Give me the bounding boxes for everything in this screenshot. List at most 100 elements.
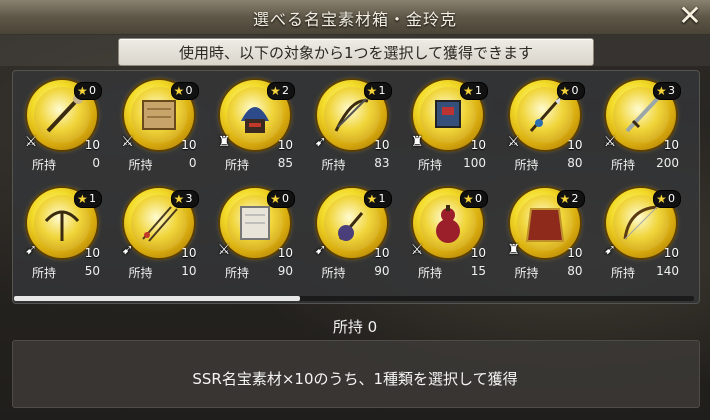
bow-type-icon: ➹ [604,242,616,258]
owned-count: 83 [374,156,390,170]
armor-type-icon: ♜ [507,242,520,258]
star-badge: ★ 0 [170,82,199,100]
star-icon: ★ [463,192,474,206]
item-cell[interactable]: ★ 3 ⚔ 10 所持 200 [593,76,689,180]
item-cell[interactable]: ★ 2 ♜ 10 所持 85 [207,76,303,180]
owned-label: 所持 [32,266,57,280]
owned-count: 10 [181,264,197,278]
star-badge: ★ 3 [170,190,199,208]
sword-type-icon: ⚔ [217,242,231,258]
item-cell[interactable]: ★ 0 ➹ 10 所持 140 [593,184,689,288]
selected-owned: 所持 0 [0,316,710,337]
item-grid: ★ 0 ⚔ 10 所持 0 ★ 0 ⚔ 10 所持 0 ★ 2 ♜ 10 所持 85 ★ 1 ➹ 10 所持 83 ★ 1 ♜ 10 所… [14,76,696,292]
star-count: 1 [89,192,96,205]
item-quantity: 10 [277,246,293,260]
star-count: 3 [185,192,193,205]
bow-type-icon: ➹ [314,242,327,258]
sword-type-icon: ⚔ [410,242,424,258]
item-cell[interactable]: ★ 1 ➹ 10 所持 83 [304,76,400,180]
selected-owned-label: 所持 [332,318,363,336]
star-badge: ★ 2 [556,190,585,208]
item-cell[interactable]: ★ 0 ⚔ 10 所持 80 [497,76,593,180]
star-count: 1 [378,84,386,97]
scrollbar-thumb[interactable] [14,296,300,301]
bow-type-icon: ➹ [314,134,327,150]
sword-type-icon: ⚔ [507,134,520,150]
owned-label: 所持 [225,158,250,172]
item-quantity: 10 [567,138,583,152]
owned-label: 所持 [611,266,636,280]
owned-count: 50 [84,264,100,278]
star-count: 0 [185,84,193,97]
owned-count: 90 [277,264,293,278]
star-badge: ★ 2 [267,82,295,100]
item-quantity: 10 [374,246,390,260]
owned-label: 所持 [418,158,443,172]
star-icon: ★ [559,84,571,98]
owned-label: 所持 [418,266,443,280]
star-icon: ★ [77,84,88,98]
owned-count: 15 [470,264,486,278]
star-badge: ★ 1 [74,190,102,208]
star-badge: ★ 1 [363,190,392,208]
sword-type-icon: ⚔ [121,134,134,150]
star-count: 3 [668,84,675,97]
item-cell[interactable]: ★ 2 ♜ 10 所持 80 [497,184,593,288]
star-count: 0 [475,192,482,205]
star-count: 0 [282,192,289,205]
item-cell[interactable]: ★ 1 ➹ 10 所持 50 [14,184,110,288]
item-quantity: 10 [470,138,486,152]
owned-label: 所持 [514,158,539,172]
star-icon: ★ [270,192,281,206]
item-cell[interactable]: ★ 0 ⚔ 10 所持 0 [14,76,110,180]
item-quantity: 10 [277,138,293,152]
owned-label: 所持 [321,158,346,172]
star-badge: ★ 0 [74,82,102,100]
item-quantity: 10 [181,138,197,152]
owned-count: 100 [463,156,486,170]
owned-label: 所持 [128,266,153,280]
owned-count: 140 [656,264,679,278]
item-cell[interactable]: ★ 0 ⚔ 10 所持 0 [111,76,207,180]
instruction-text: 使用時、以下の対象から1つを選択して獲得できます [178,44,534,62]
owned-count: 80 [567,264,583,278]
item-quantity: 10 [84,138,100,152]
star-icon: ★ [366,84,378,98]
item-quantity: 10 [470,246,486,260]
star-icon: ★ [270,84,281,98]
star-badge: ★ 1 [460,82,488,100]
owned-count: 200 [656,156,679,170]
description-text: SSR名宝素材×10のうち、1種類を選択して獲得 [192,370,518,388]
owned-label: 所持 [514,266,539,280]
owned-count: 0 [188,156,197,170]
armor-type-icon: ♜ [410,134,424,150]
owned-count: 90 [374,264,390,278]
item-quantity: 10 [181,246,197,260]
owned-label: 所持 [611,158,636,172]
selected-owned-value: 0 [367,318,378,336]
item-cell[interactable]: ★ 1 ➹ 10 所持 90 [304,184,400,288]
item-quantity: 10 [663,138,679,152]
item-cell[interactable]: ★ 0 ⚔ 10 所持 15 [400,184,496,288]
star-count: 0 [571,84,579,97]
star-count: 0 [89,84,96,97]
owned-count: 0 [92,156,100,170]
item-quantity: 10 [84,246,100,260]
dialog-title: 選べる名宝素材箱・金玲克 [252,10,457,29]
sword-type-icon: ⚔ [24,134,38,150]
star-count: 1 [378,192,386,205]
bow-type-icon: ➹ [121,242,134,258]
close-icon[interactable]: ✕ [676,2,704,30]
owned-label: 所持 [225,266,250,280]
instruction-box: 使用時、以下の対象から1つを選択して獲得できます [118,38,594,66]
item-quantity: 10 [567,246,583,260]
dialog-titlebar: 選べる名宝素材箱・金玲克 ✕ [0,0,710,35]
item-cell[interactable]: ★ 3 ➹ 10 所持 10 [111,184,207,288]
sword-type-icon: ⚔ [603,134,617,150]
star-icon: ★ [656,84,667,98]
star-icon: ★ [656,192,667,206]
item-quantity: 10 [663,246,679,260]
star-badge: ★ 0 [556,82,585,100]
item-cell[interactable]: ★ 1 ♜ 10 所持 100 [400,76,496,180]
item-cell[interactable]: ★ 0 ⚔ 10 所持 90 [207,184,303,288]
